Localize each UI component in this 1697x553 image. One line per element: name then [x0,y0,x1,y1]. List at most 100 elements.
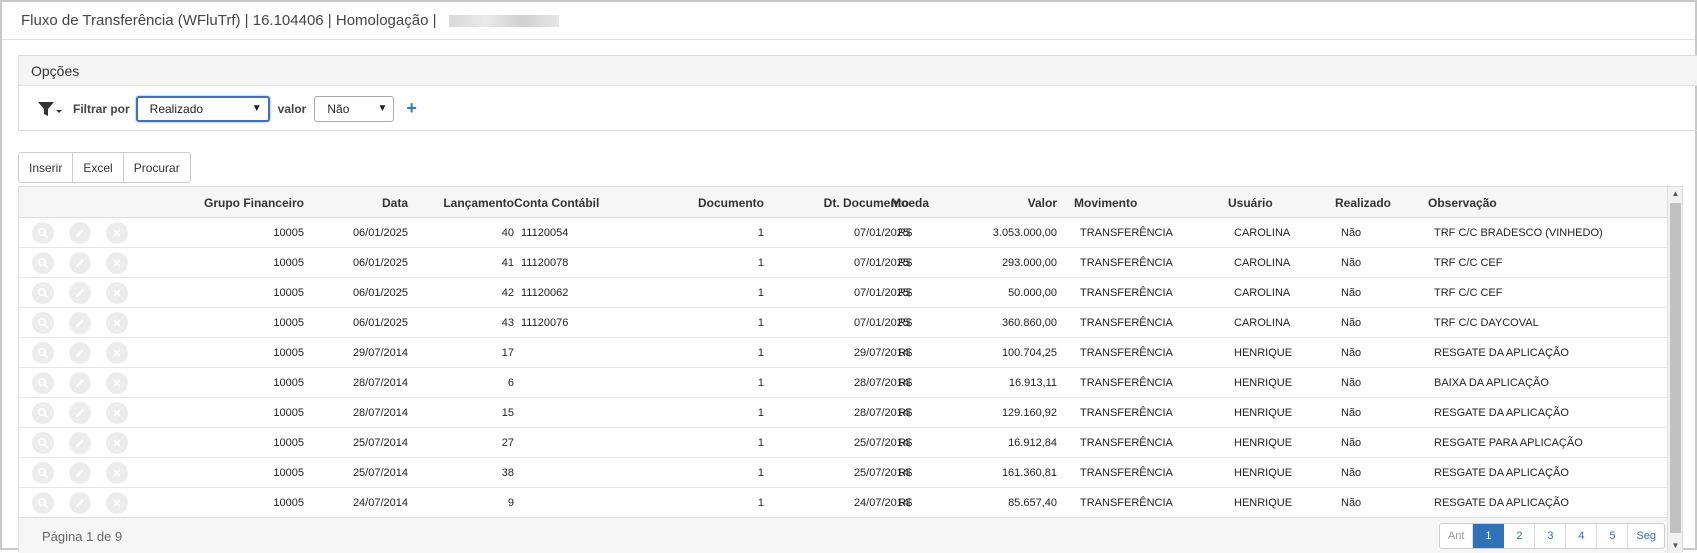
edit-icon[interactable] [69,402,91,424]
next-page-button[interactable]: Seg [1628,524,1664,548]
table-row[interactable]: 10005 25/07/2014 27 1 25/07/2014 R$ 16.912,84 T… [19,428,1682,458]
prev-page-button[interactable]: Ant [1440,524,1474,548]
delete-icon[interactable] [106,462,128,484]
col-valor[interactable]: Valor [1028,196,1057,210]
table-row[interactable]: 10005 29/07/2014 17 1 29/07/2014 R$ 100.704,25… [19,338,1682,368]
table-row[interactable]: 10005 28/07/2014 6 1 28/07/2014 R$ 16.913,11 TR… [19,368,1682,398]
col-obs[interactable]: Observação [1428,196,1497,210]
delete-icon[interactable] [106,342,128,364]
cell-documento: 1 [757,437,764,449]
edit-icon[interactable] [69,222,91,244]
cell-valor: 100.704,25 [1001,347,1057,359]
edit-icon[interactable] [69,342,91,364]
col-grupo[interactable]: Grupo Financeiro [204,196,304,210]
filter-select[interactable]: Realizado ▼ [135,95,270,122]
search-button[interactable]: Procurar [124,153,190,182]
scroll-thumb[interactable] [1670,203,1681,533]
col-realizado[interactable]: Realizado [1335,196,1391,210]
search-icon[interactable] [32,252,54,274]
cell-movimento: TRANSFERÊNCIA [1080,407,1173,419]
table-row[interactable]: 10005 25/07/2014 38 1 25/07/2014 R$ 161.360,81… [19,458,1682,488]
cell-valor: 360.860,00 [1001,317,1057,329]
search-icon[interactable] [32,462,54,484]
search-icon[interactable] [32,432,54,454]
cell-valor: 161.360,81 [1001,467,1057,479]
delete-icon[interactable] [106,282,128,304]
filter-icon[interactable] [37,99,63,119]
cell-documento: 1 [757,347,764,359]
table-row[interactable]: 10005 06/01/2025 41 11120078 1 07/01/2025 R$ 29… [19,248,1682,278]
cell-data: 06/01/2025 [352,227,408,239]
cell-documento: 1 [757,257,764,269]
col-documento[interactable]: Documento [698,196,764,210]
delete-icon[interactable] [106,312,128,334]
delete-icon[interactable] [106,372,128,394]
value-select-value: Não [327,101,350,116]
table-row[interactable]: 10005 28/07/2014 15 1 28/07/2014 R$ 129.160,92… [19,398,1682,428]
add-filter-icon[interactable]: + [406,98,417,119]
cell-obs: RESGATE DA APLICAÇÃO [1434,347,1569,359]
cell-documento: 1 [757,317,764,329]
search-icon[interactable] [32,342,54,364]
cell-documento: 1 [757,467,764,479]
cell-realizado: Não [1341,437,1362,449]
value-select[interactable]: Não ▼ [314,95,395,122]
search-icon[interactable] [32,312,54,334]
edit-icon[interactable] [69,252,91,274]
scroll-down-icon[interactable]: ▼ [1668,539,1683,553]
vertical-scrollbar[interactable]: ▲ ▼ [1667,187,1682,553]
delete-icon[interactable] [106,402,128,424]
cell-movimento: TRANSFERÊNCIA [1080,377,1173,389]
scroll-up-icon[interactable]: ▲ [1668,187,1683,201]
cell-moeda: R$ [898,227,913,239]
search-icon[interactable] [32,222,54,244]
edit-icon[interactable] [69,432,91,454]
search-icon[interactable] [32,492,54,514]
cell-movimento: TRANSFERÊNCIA [1080,227,1173,239]
table-row[interactable]: 10005 06/01/2025 43 11120076 1 07/01/2025 R$ 36… [19,308,1682,338]
cell-realizado: Não [1341,467,1362,479]
insert-button[interactable]: Inserir [19,153,74,182]
delete-icon[interactable] [106,252,128,274]
col-lancamento[interactable]: Lançamento [443,196,514,210]
search-icon[interactable] [32,282,54,304]
cell-usuario: HENRIQUE [1234,437,1293,449]
page-button-2[interactable]: 2 [1504,524,1536,548]
delete-icon[interactable] [106,492,128,514]
cell-realizado: Não [1341,317,1362,329]
search-icon[interactable] [32,372,54,394]
table-row[interactable]: 10005 06/01/2025 42 11120062 1 07/01/2025 R$ 50… [19,278,1682,308]
cell-movimento: TRANSFERÊNCIA [1080,467,1173,479]
table-row[interactable]: 10005 24/07/2014 9 1 24/07/2014 R$ 85.657,40 TR… [19,488,1682,518]
edit-icon[interactable] [69,312,91,334]
window-title-bar: Fluxo de Transferência (WFluTrf) | 16.10… [2,2,1695,40]
edit-icon[interactable] [69,372,91,394]
col-movimento[interactable]: Movimento [1074,196,1137,210]
page-button-3[interactable]: 3 [1535,524,1567,548]
col-data[interactable]: Data [382,196,408,210]
page-button-4[interactable]: 4 [1566,524,1598,548]
page-button-5[interactable]: 5 [1597,524,1629,548]
delete-icon[interactable] [106,432,128,454]
cell-usuario: CAROLINA [1234,287,1291,299]
cell-realizado: Não [1341,227,1362,239]
table-body: 10005 06/01/2025 40 11120054 1 07/01/2025 R$ 3.… [19,218,1682,518]
page-button-1[interactable]: 1 [1473,524,1505,548]
cell-lancamento: 40 [501,227,514,239]
chevron-down-icon: ▼ [377,103,388,114]
options-title: Opções [31,62,80,79]
col-moeda[interactable]: Moeda [891,196,929,210]
cell-valor: 129.160,92 [1001,407,1057,419]
redacted-text [448,14,559,27]
cell-valor: 85.657,40 [1008,497,1057,509]
delete-icon[interactable] [106,222,128,244]
col-conta[interactable]: Conta Contábil [514,196,599,210]
edit-icon[interactable] [69,492,91,514]
cell-obs: TRF C/C DAYCOVAL [1434,317,1539,329]
table-row[interactable]: 10005 06/01/2025 40 11120054 1 07/01/2025 R$ 3.… [19,218,1682,248]
excel-button[interactable]: Excel [73,153,124,182]
edit-icon[interactable] [69,462,91,484]
search-icon[interactable] [32,402,54,424]
edit-icon[interactable] [69,282,91,304]
col-usuario[interactable]: Usuário [1228,196,1273,210]
